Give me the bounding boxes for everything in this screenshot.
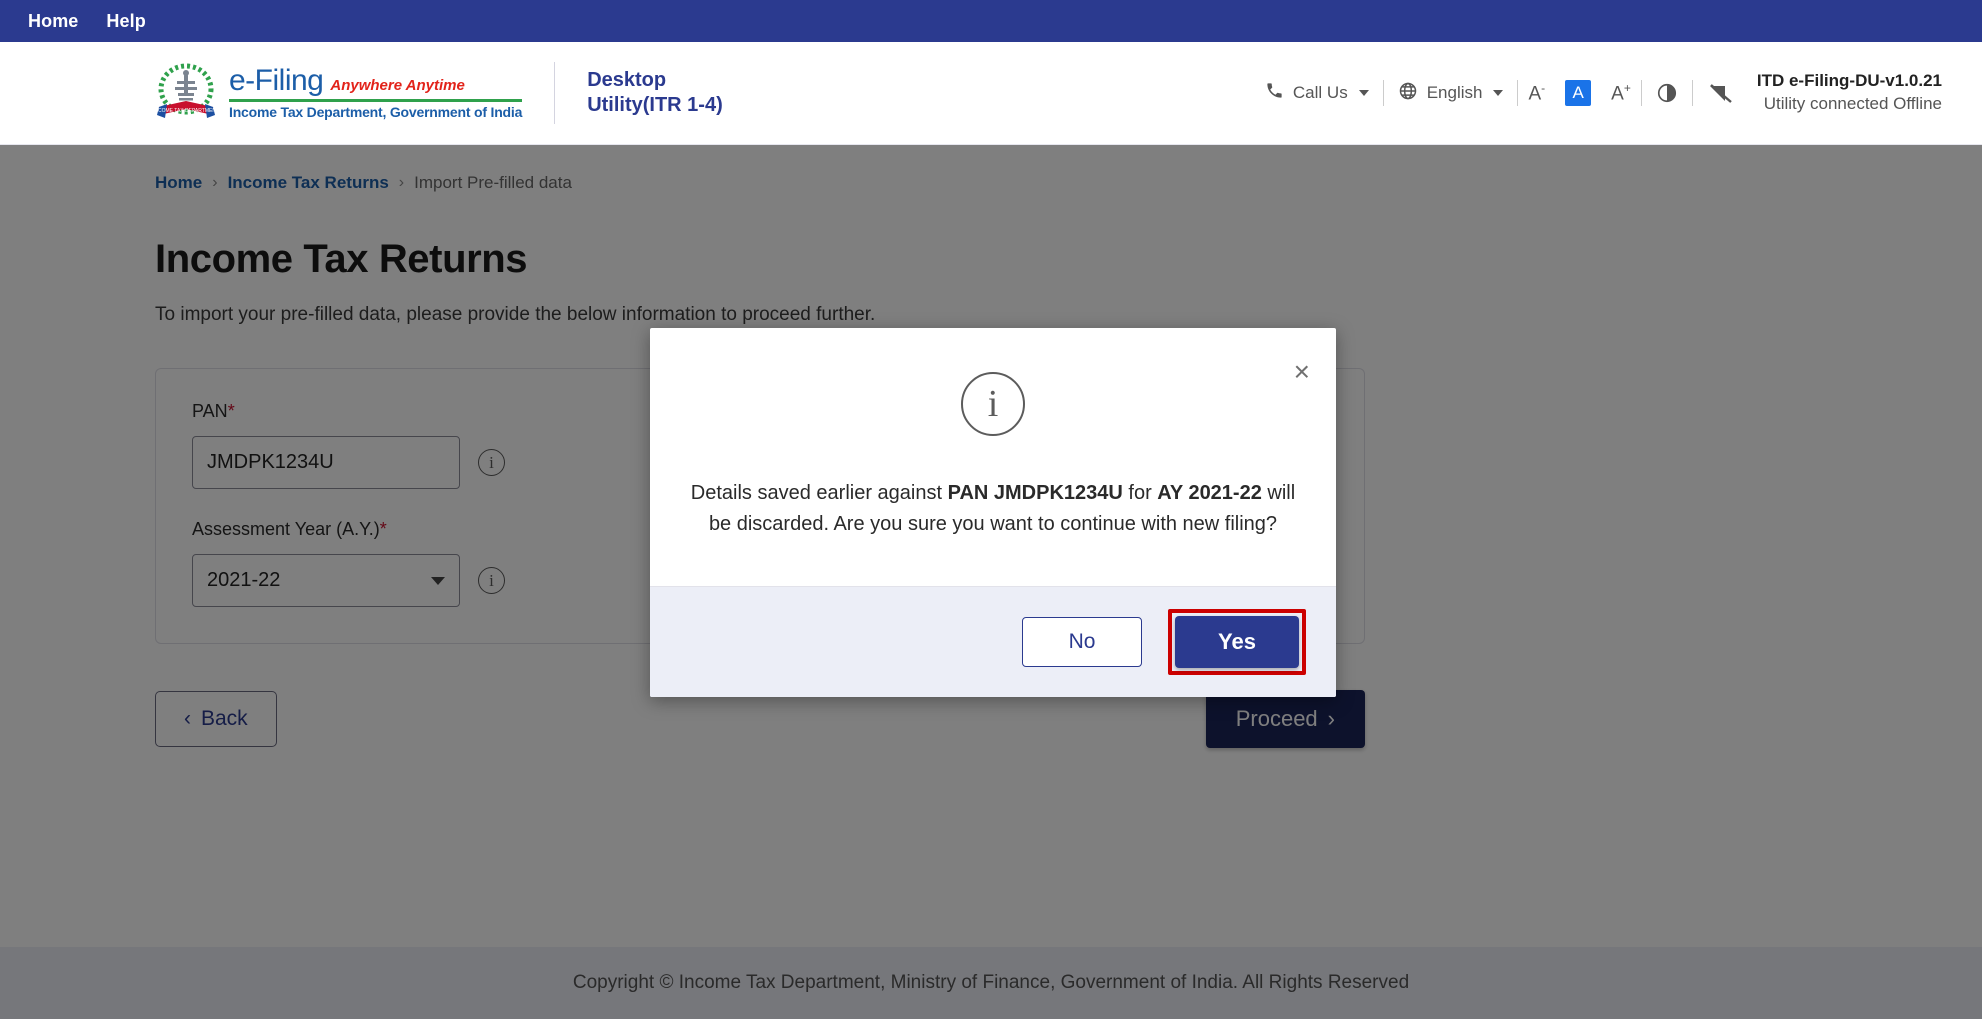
phone-icon — [1265, 81, 1284, 105]
brand-tagline: Anywhere Anytime — [330, 77, 464, 94]
language-label: English — [1427, 83, 1483, 103]
confirmation-modal: × i Details saved earlier against PAN JM… — [650, 328, 1336, 697]
offline-icon — [1693, 82, 1747, 104]
font-increase-sup: + — [1624, 81, 1631, 95]
no-button[interactable]: No — [1022, 617, 1142, 667]
contrast-icon[interactable] — [1642, 82, 1692, 104]
modal-message-part1: Details saved earlier against — [691, 482, 948, 504]
modal-footer: No Yes — [650, 586, 1336, 697]
font-default-icon[interactable]: A — [1565, 80, 1591, 106]
svg-text:INCOME TAX DEPARTMENT: INCOME TAX DEPARTMENT — [155, 108, 217, 114]
app-root: Home Help — [0, 0, 1982, 1019]
india-emblem-icon: INCOME TAX DEPARTMENT — [155, 63, 217, 123]
brand-department-text: Income Tax Department, Government of Ind… — [229, 104, 522, 120]
modal-message-part2: for — [1123, 482, 1157, 504]
modal-message-pan: PAN JMDPK1234U — [948, 482, 1123, 504]
font-increase-label: A — [1611, 83, 1624, 104]
connection-status: Utility connected Offline — [1757, 93, 1942, 116]
close-icon[interactable]: × — [1294, 358, 1310, 386]
language-dropdown[interactable]: English — [1384, 81, 1518, 106]
modal-body: × i Details saved earlier against PAN JM… — [650, 328, 1336, 586]
topnav-item-help[interactable]: Help — [106, 11, 145, 32]
yes-button-highlight: Yes — [1168, 609, 1306, 675]
yes-button[interactable]: Yes — [1175, 616, 1299, 668]
header-divider — [554, 62, 555, 124]
brand-efiling-text: e-Filing — [229, 66, 323, 96]
modal-message: Details saved earlier against PAN JMDPK1… — [684, 478, 1302, 540]
brand-green-rule — [229, 99, 522, 102]
globe-icon — [1398, 81, 1418, 106]
app-title: Desktop Utility(ITR 1-4) — [587, 68, 723, 118]
site-header: INCOME TAX DEPARTMENT e-Filing Anywhere … — [0, 42, 1982, 145]
call-us-dropdown[interactable]: Call Us — [1251, 81, 1383, 105]
version-info: ITD e-Filing-DU-v1.0.21 Utility connecte… — [1757, 70, 1942, 116]
call-us-label: Call Us — [1293, 83, 1348, 103]
font-decrease-label: A — [1528, 83, 1541, 104]
chevron-down-icon — [1359, 90, 1369, 96]
info-circle-icon: i — [961, 372, 1025, 436]
app-title-line2: Utility(ITR 1-4) — [587, 93, 723, 118]
chevron-down-icon — [1493, 90, 1503, 96]
header-utilities: Call Us English A- A A+ — [1251, 70, 1942, 116]
app-title-line1: Desktop — [587, 68, 723, 93]
font-decrease-icon[interactable]: A- — [1518, 81, 1555, 105]
font-increase-icon[interactable]: A+ — [1601, 81, 1641, 105]
font-decrease-sup: - — [1541, 81, 1545, 95]
top-navigation-bar: Home Help — [0, 0, 1982, 42]
modal-message-ay: AY 2021-22 — [1157, 482, 1262, 504]
topnav-item-home[interactable]: Home — [28, 11, 78, 32]
brand-logo[interactable]: INCOME TAX DEPARTMENT e-Filing Anywhere … — [155, 63, 522, 123]
version-number: ITD e-Filing-DU-v1.0.21 — [1757, 70, 1942, 93]
